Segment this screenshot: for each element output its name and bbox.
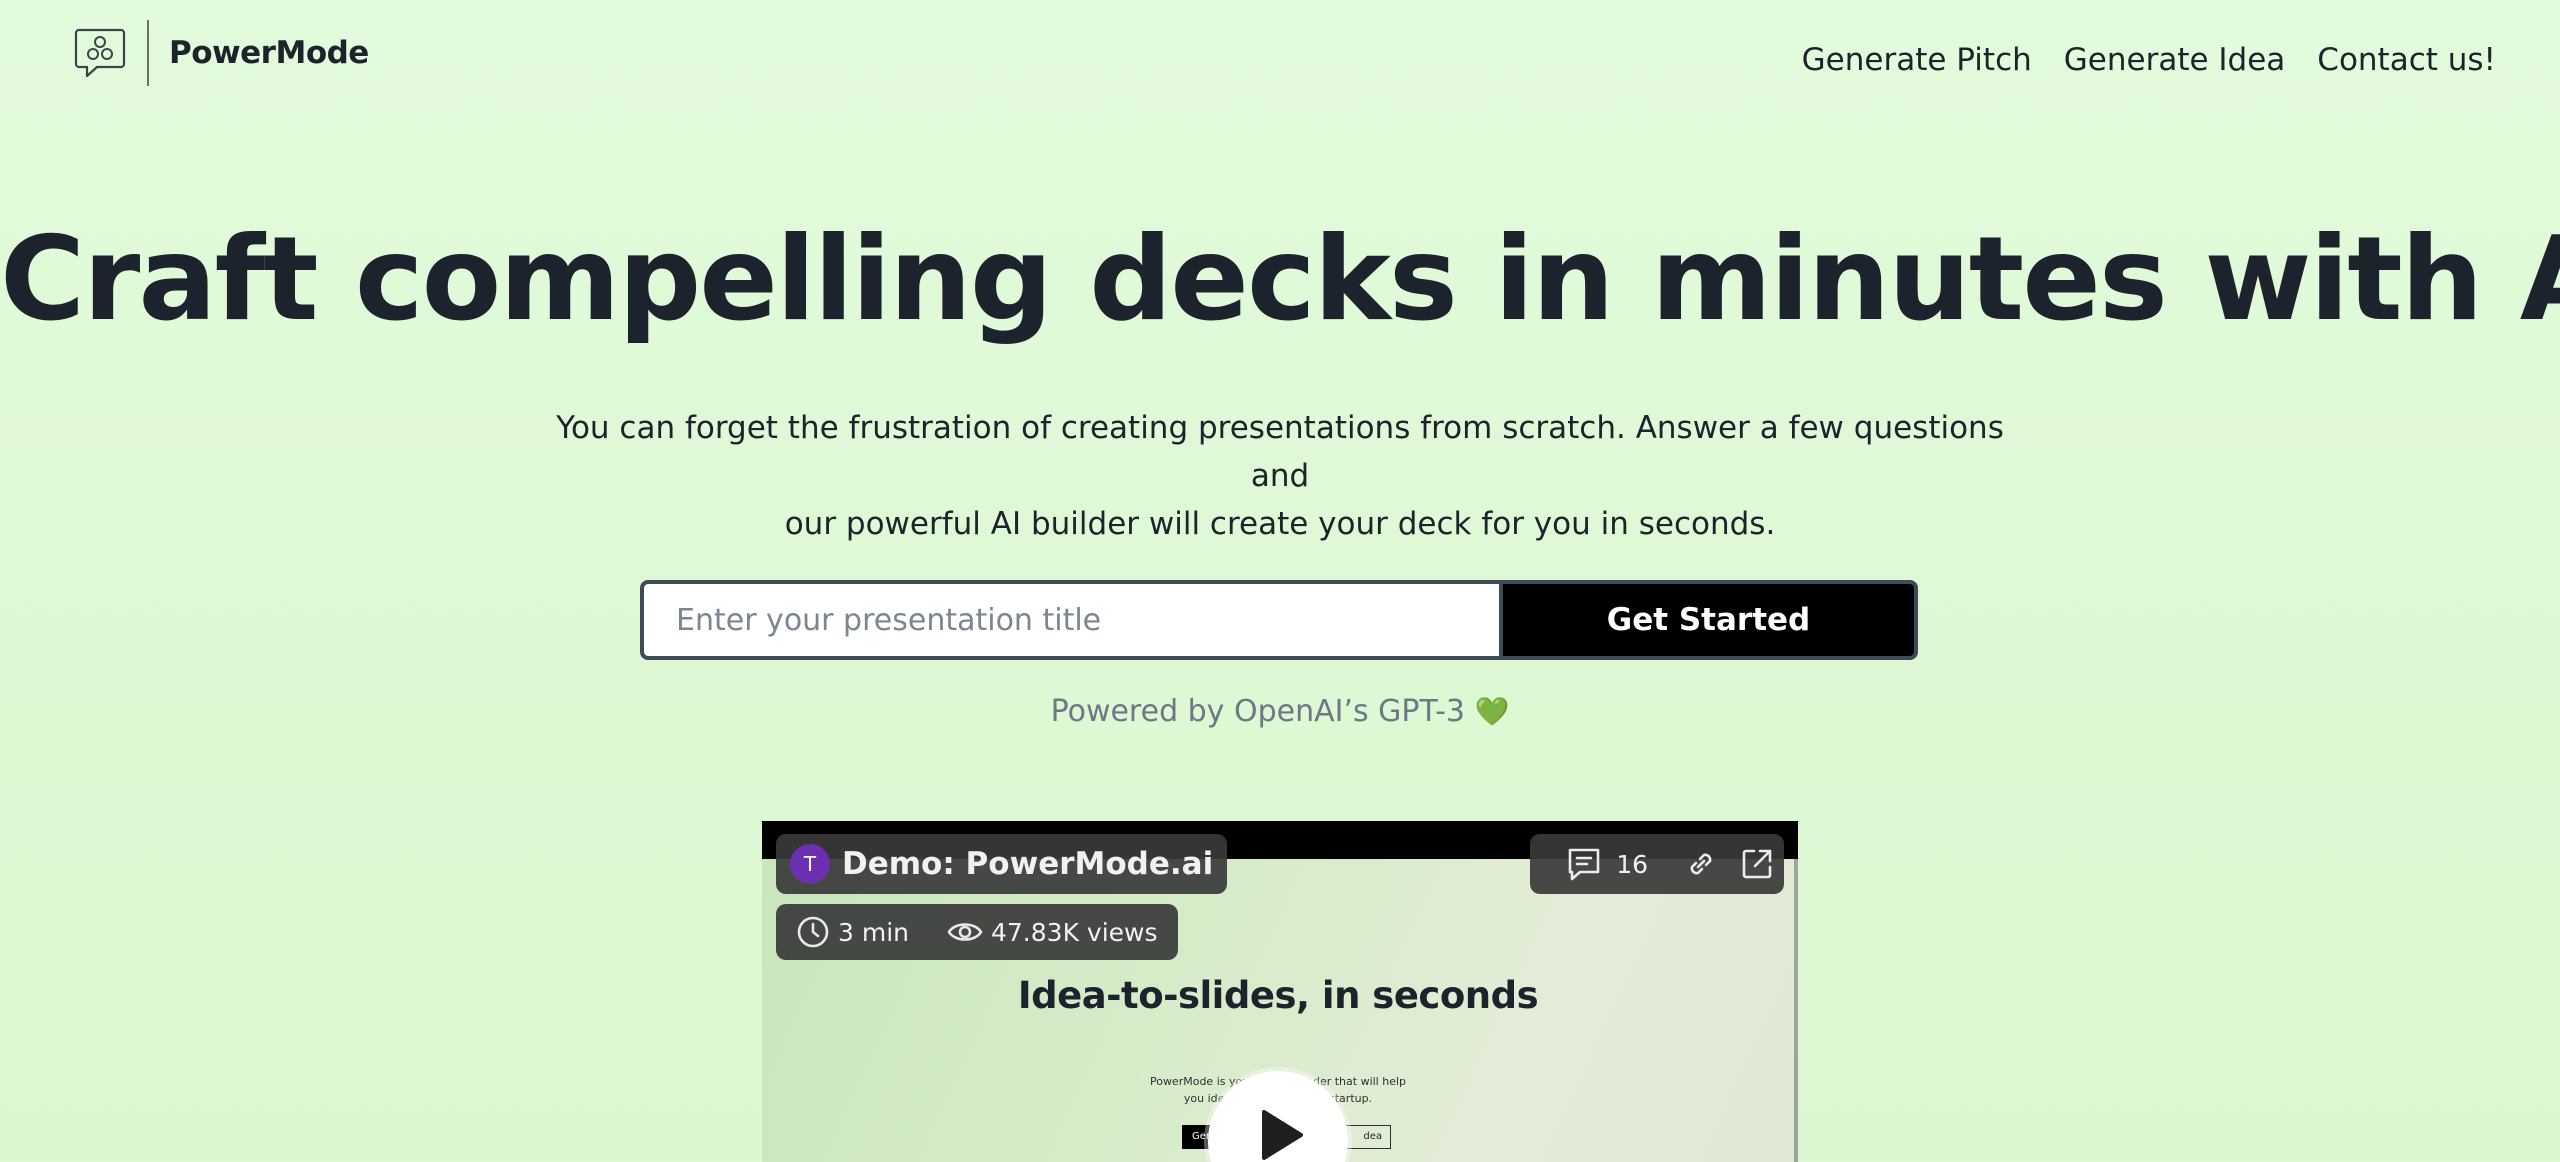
eye-icon <box>947 923 983 941</box>
open-external-button[interactable] <box>1740 847 1774 881</box>
clock-icon <box>797 916 829 948</box>
title-form: Get Started <box>640 580 1918 660</box>
green-heart-icon: 💚 <box>1474 695 1510 728</box>
video-title-pill[interactable]: T Demo: PowerMode.ai <box>776 834 1228 894</box>
comments-count[interactable]: 16 <box>1616 850 1648 879</box>
comments-button[interactable] <box>1566 846 1602 882</box>
link-icon <box>1690 853 1712 875</box>
powered-by-text: Powered by OpenAI’s GPT-3 <box>1050 694 1465 729</box>
external-link-icon <box>1742 849 1772 879</box>
brand-name[interactable]: PowerMode <box>169 35 369 71</box>
copy-link-button[interactable] <box>1684 847 1718 881</box>
hero-title: Craft compelling decks in minutes with A… <box>0 212 2560 347</box>
nav-generate-pitch[interactable]: Generate Pitch <box>1802 42 2032 78</box>
chat-bubble-molecule-icon <box>74 28 126 78</box>
nav-generate-idea[interactable]: Generate Idea <box>2064 42 2286 78</box>
slide-title: Idea-to-slides, in seconds <box>1017 974 1539 1017</box>
hero-subtitle: You can forget the frustration of creati… <box>530 404 2030 548</box>
powered-by: Powered by OpenAI’s GPT-3 💚 <box>0 694 2560 729</box>
avatar: T <box>790 844 830 884</box>
logo[interactable]: PowerMode <box>73 20 369 86</box>
top-nav: Generate Pitch Generate Idea Contact us! <box>1802 42 2496 78</box>
get-started-button[interactable]: Get Started <box>1503 584 1914 656</box>
nav-contact-us[interactable]: Contact us! <box>2317 42 2496 78</box>
logo-divider <box>147 20 149 86</box>
video-title[interactable]: Demo: PowerMode.ai <box>842 846 1213 882</box>
play-icon <box>1262 1110 1303 1160</box>
video-edge <box>1794 859 1798 1162</box>
video-duration: 3 min <box>838 917 909 947</box>
presentation-title-input[interactable] <box>644 584 1499 656</box>
comment-icon <box>1568 848 1600 881</box>
hero-subtitle-line-1: You can forget the frustration of creati… <box>556 410 2004 494</box>
video-views: 47.83K views <box>991 917 1158 947</box>
hero-subtitle-line-2: our powerful AI builder will create your… <box>784 506 1776 542</box>
demo-video-embed[interactable]: Idea-to-slides, in seconds PowerMode is … <box>762 821 1798 1162</box>
video-meta-pill: 3 min 47.83K views <box>776 904 1178 960</box>
video-actions-pill: 16 <box>1530 834 1784 894</box>
